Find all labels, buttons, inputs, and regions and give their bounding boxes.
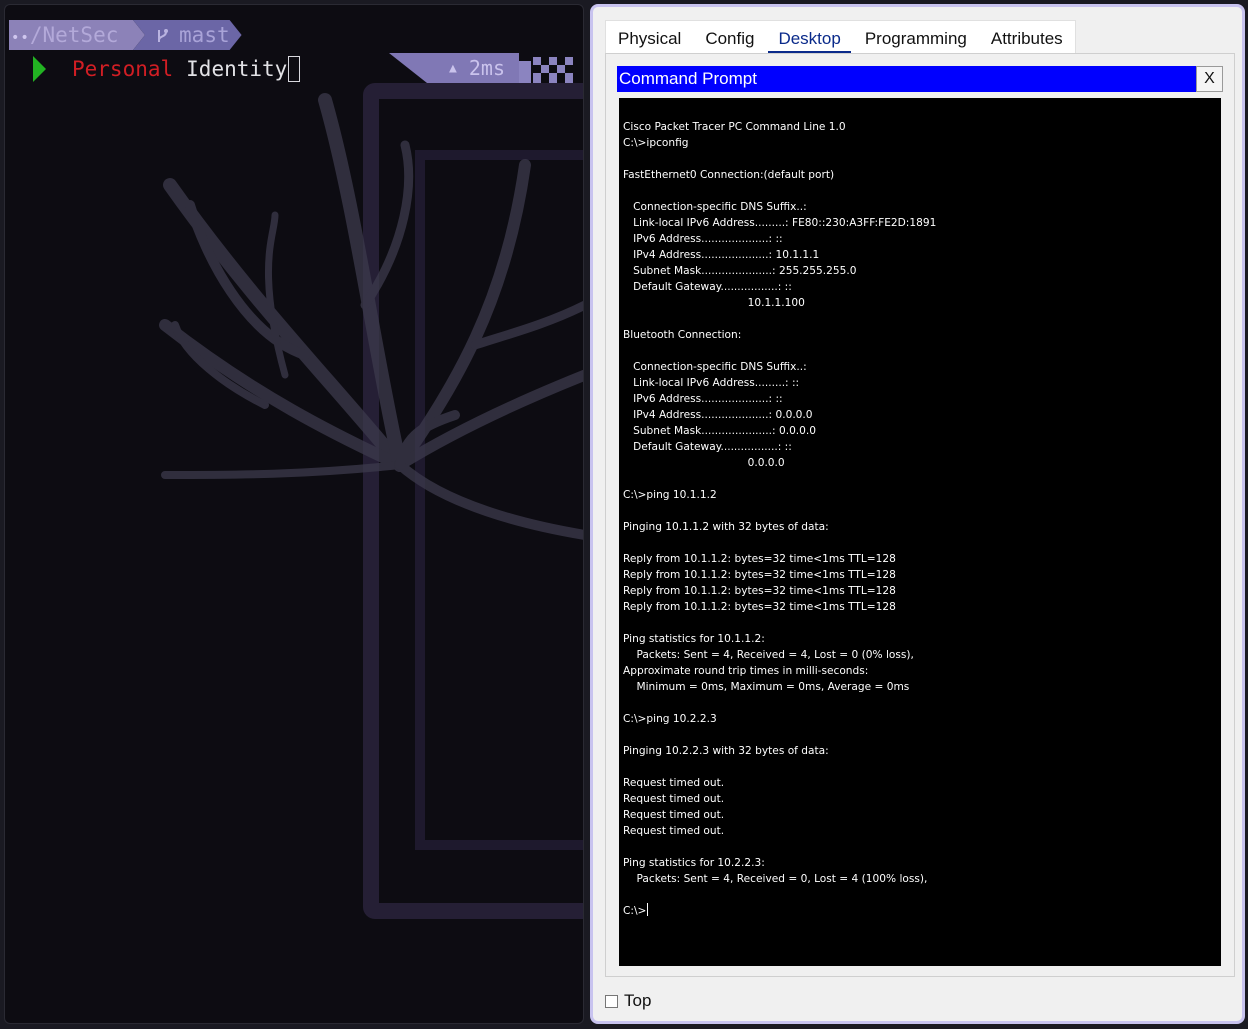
- device-tabs: Physical Config Desktop Programming Attr…: [605, 20, 1076, 54]
- console-line: Subnet Mask.....................: 255.25…: [623, 265, 857, 277]
- command-prompt-titlebar: Command Prompt X: [617, 66, 1223, 92]
- console-line: 10.1.1.100: [623, 297, 805, 309]
- console-line: Link-local IPv6 Address.........: ::: [623, 377, 800, 389]
- console-line: Reply from 10.1.1.2: bytes=32 time<1ms T…: [623, 569, 896, 581]
- terminal-window[interactable]: ••/NetSec mast Personal Identity ▲ 2ms: [4, 4, 584, 1024]
- checker-flag-icon: [519, 57, 573, 83]
- console-line: Reply from 10.1.1.2: bytes=32 time<1ms T…: [623, 585, 896, 597]
- branch-name: mast: [179, 23, 230, 47]
- console-line: IPv6 Address....................: ::: [623, 393, 783, 405]
- git-branch-segment: mast: [133, 20, 242, 50]
- console-line: Pinging 10.2.2.3 with 32 bytes of data:: [623, 745, 829, 757]
- console-line: Request timed out.: [623, 809, 725, 821]
- console-current-prompt[interactable]: C:\>: [623, 903, 936, 919]
- prompt-arrow-icon: [33, 56, 46, 82]
- console-line: Cisco Packet Tracer PC Command Line 1.0: [623, 121, 846, 133]
- console-line: FastEthernet0 Connection:(default port): [623, 169, 835, 181]
- tab-config[interactable]: Config: [693, 21, 766, 54]
- prompt-text: C:\>: [623, 905, 647, 917]
- console-line: C:\>ipconfig: [623, 137, 689, 149]
- console-line: Request timed out.: [623, 777, 725, 789]
- tab-physical[interactable]: Physical: [606, 21, 693, 54]
- console-line: Ping statistics for 10.2.2.3:: [623, 857, 765, 869]
- console-line: IPv6 Address....................: ::: [623, 233, 783, 245]
- tab-programming[interactable]: Programming: [853, 21, 979, 54]
- prompt-status-line: ••/NetSec mast: [9, 20, 242, 50]
- git-branch-icon: [155, 28, 169, 44]
- console-line: C:\>ping 10.2.2.3: [623, 713, 717, 725]
- console-line: IPv4 Address....................: 10.1.1…: [623, 249, 820, 261]
- prompt-input-line[interactable]: Personal Identity: [33, 53, 301, 85]
- tab-desktop[interactable]: Desktop: [766, 21, 852, 54]
- console-line: Reply from 10.1.1.2: bytes=32 time<1ms T…: [623, 601, 896, 613]
- wallpaper-antlers-art: [159, 83, 583, 919]
- console-line: Subnet Mask.....................: 0.0.0.…: [623, 425, 817, 437]
- path-segment: ••/NetSec: [9, 20, 145, 50]
- console-line: Pinging 10.1.1.2 with 32 bytes of data:: [623, 521, 829, 533]
- console-line: Request timed out.: [623, 793, 725, 805]
- terminal-cursor: [288, 56, 301, 82]
- console-line: Reply from 10.1.1.2: bytes=32 time<1ms T…: [623, 553, 896, 565]
- console-line: Connection-specific DNS Suffix..:: [623, 201, 807, 213]
- console-line: Request timed out.: [623, 825, 725, 837]
- path-text: /NetSec: [29, 23, 119, 47]
- console-output: Cisco Packet Tracer PC Command Line 1.0 C…: [623, 119, 936, 919]
- console-line: Default Gateway.................: ::: [623, 281, 792, 293]
- console-line: Approximate round trip times in milli-se…: [623, 665, 869, 677]
- console-line: Connection-specific DNS Suffix..:: [623, 361, 807, 373]
- desktop-panel: Command Prompt X Cisco Packet Tracer PC …: [605, 53, 1235, 977]
- command-word-2: Identity: [186, 57, 288, 81]
- command-prompt-console[interactable]: Cisco Packet Tracer PC Command Line 1.0 C…: [619, 98, 1221, 966]
- packet-tracer-pc-window: Physical Config Desktop Programming Attr…: [590, 4, 1245, 1024]
- console-line: 0.0.0.0: [623, 457, 785, 469]
- path-dots: ••: [11, 30, 30, 46]
- top-option: Top: [605, 991, 651, 1011]
- command-prompt-title: Command Prompt: [619, 69, 757, 88]
- console-line: C:\>ping 10.1.1.2: [623, 489, 717, 501]
- up-caret-icon: ▲: [449, 60, 457, 76]
- console-line: Bluetooth Connection:: [623, 329, 742, 341]
- console-line: IPv4 Address....................: 0.0.0.…: [623, 409, 813, 421]
- console-line: Link-local IPv6 Address.........: FE80::…: [623, 217, 937, 229]
- text-cursor: [647, 903, 649, 916]
- close-button[interactable]: X: [1196, 66, 1223, 92]
- tab-attributes[interactable]: Attributes: [979, 21, 1075, 54]
- console-line: Default Gateway.................: ::: [623, 441, 792, 453]
- console-line: Packets: Sent = 4, Received = 4, Lost = …: [623, 649, 914, 661]
- console-line: Packets: Sent = 4, Received = 0, Lost = …: [623, 873, 928, 885]
- top-checkbox[interactable]: [605, 994, 618, 1008]
- top-checkbox-label: Top: [624, 991, 652, 1010]
- command-word-1: Personal: [72, 57, 174, 81]
- console-line: Minimum = 0ms, Maximum = 0ms, Average = …: [623, 681, 910, 693]
- execution-time: 2ms: [468, 56, 505, 80]
- console-line: Ping statistics for 10.1.1.2:: [623, 633, 765, 645]
